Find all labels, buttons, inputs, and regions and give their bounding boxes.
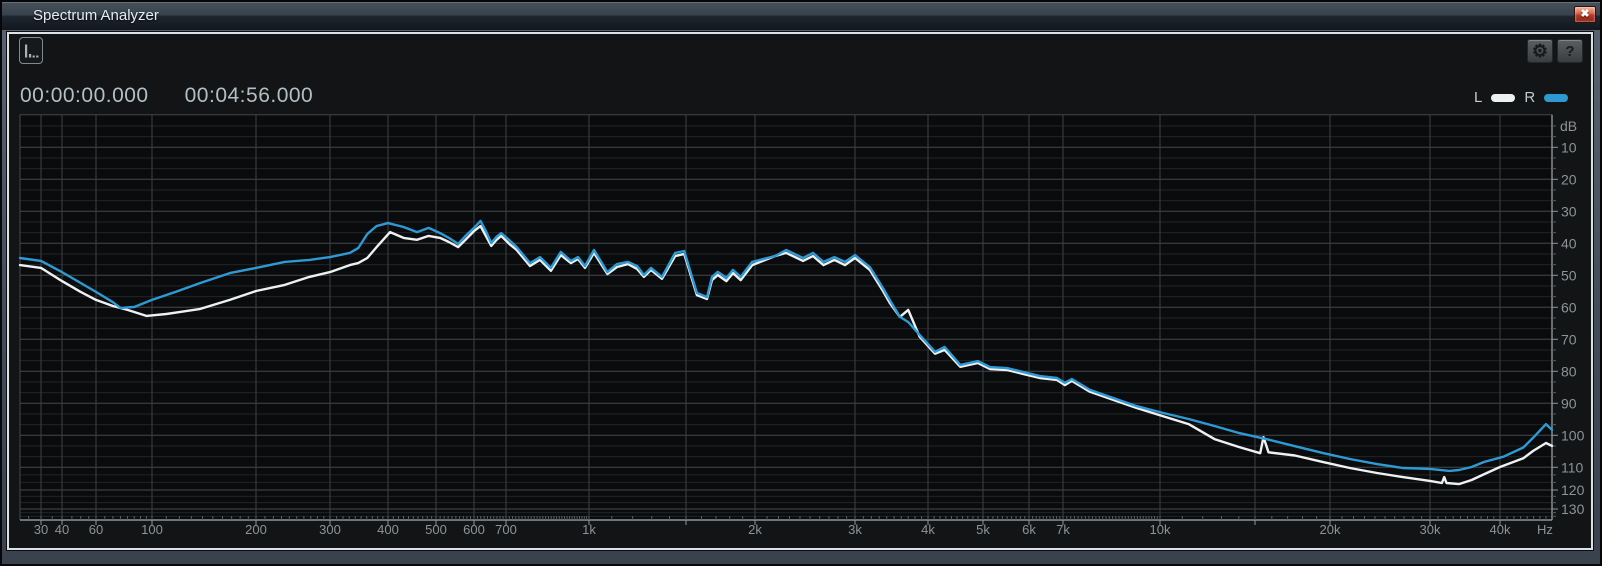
legend-right-label[interactable]: R	[1524, 89, 1535, 106]
selection-end-time: 00:04:56.000	[184, 84, 314, 107]
gear-icon: ⚙	[1531, 40, 1549, 61]
title-bar[interactable]: Spectrum Analyzer	[2, 2, 1600, 30]
left-channel-swatch[interactable]	[1491, 93, 1516, 102]
legend-left-label[interactable]: L	[1474, 89, 1482, 106]
selection-start-time: 00:00:00.000	[20, 84, 149, 107]
histogram-icon	[25, 44, 39, 57]
question-mark-icon: ?	[1565, 42, 1575, 60]
close-button[interactable]: ✖	[1574, 6, 1596, 23]
plot-background[interactable]	[20, 114, 1552, 520]
spectrum-display-button[interactable]	[19, 37, 43, 64]
help-button[interactable]: ?	[1557, 39, 1583, 63]
spectrum-analyzer-window: Spectrum Analyzer ✖ ⚙ ? 00:00:00.000 00:…	[0, 0, 1602, 566]
time-readouts: 00:00:00.000 00:04:56.000	[20, 84, 313, 108]
right-channel-swatch[interactable]	[1544, 93, 1569, 102]
channel-legend: L R	[1474, 89, 1569, 106]
window-title: Spectrum Analyzer	[33, 7, 159, 24]
settings-button[interactable]: ⚙	[1527, 39, 1553, 63]
